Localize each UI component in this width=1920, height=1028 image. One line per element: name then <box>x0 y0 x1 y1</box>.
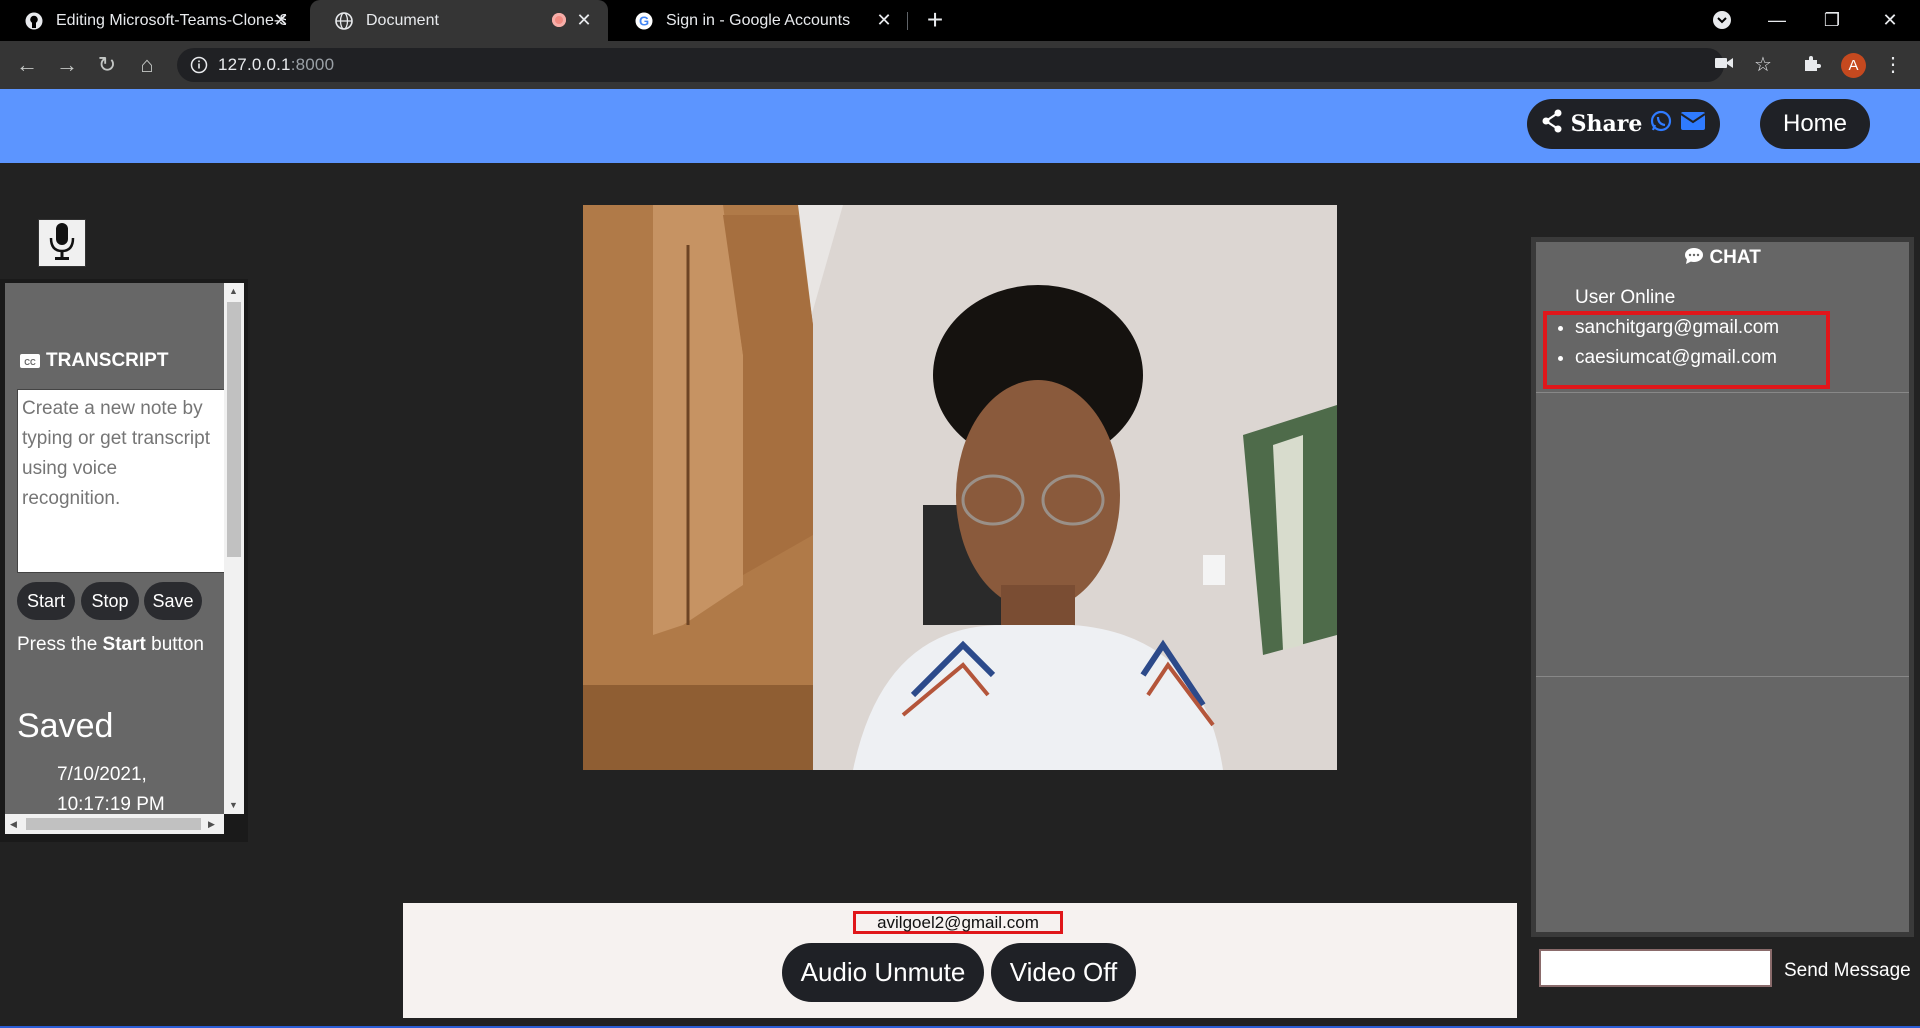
home-icon[interactable]: ⌂ <box>133 51 161 79</box>
chat-title: CHAT <box>1536 247 1909 269</box>
closed-captions-icon: CC <box>20 354 40 368</box>
reload-icon[interactable]: ↻ <box>93 51 121 79</box>
browser-tab-google[interactable]: G Sign in - Google Accounts ✕ <box>610 0 908 41</box>
transcript-note-input[interactable] <box>17 389 225 573</box>
transcript-vertical-scroll-thumb[interactable] <box>227 302 241 557</box>
svg-text:G: G <box>639 13 649 28</box>
stop-button[interactable]: Stop <box>81 582 139 620</box>
chat-message-input[interactable] <box>1539 949 1772 987</box>
minimize-icon[interactable]: — <box>1757 6 1797 34</box>
address-bar[interactable] <box>177 48 1724 82</box>
online-user-item: caesiumcat@gmail.com <box>1575 343 1779 373</box>
saved-notes-list: 7/10/2021, 10:17:19 PM <box>17 760 217 820</box>
tab-title: Document <box>366 11 439 29</box>
browser-menu-icon[interactable]: ⋮ <box>1881 53 1905 77</box>
online-users-list: sanchitgarg@gmail.com caesiumcat@gmail.c… <box>1553 313 1779 373</box>
camera-in-use-icon[interactable] <box>1712 53 1736 77</box>
restore-icon[interactable]: ❐ <box>1812 6 1852 34</box>
new-tab-icon[interactable]: + <box>922 6 948 34</box>
browser-tab-document[interactable]: Document ✕ <box>310 0 608 41</box>
browser-tab-github[interactable]: Editing Microsoft-Teams-Clone-S ✕ <box>0 0 305 41</box>
instruction-suffix: button <box>145 634 204 655</box>
current-user-email: avilgoel2@gmail.com <box>853 911 1063 934</box>
audio-toggle-button[interactable]: Audio Unmute <box>782 943 984 1002</box>
forward-icon[interactable]: → <box>53 51 81 79</box>
back-icon[interactable]: ← <box>13 51 41 79</box>
close-window-icon[interactable]: ✕ <box>1870 6 1910 34</box>
saved-heading: Saved <box>17 707 114 745</box>
email-icon[interactable] <box>1680 111 1706 137</box>
info-icon[interactable] <box>190 56 208 74</box>
github-icon <box>24 11 44 31</box>
home-button[interactable]: Home <box>1760 99 1870 149</box>
bookmark-star-icon[interactable]: ☆ <box>1751 53 1775 77</box>
video-feed <box>583 205 1337 770</box>
transcript-instruction: Press the Start button <box>17 630 217 660</box>
instruction-bold: Start <box>102 634 146 655</box>
microphone-button[interactable] <box>38 219 86 267</box>
online-user-item: sanchitgarg@gmail.com <box>1575 313 1779 343</box>
google-icon: G <box>634 11 654 31</box>
online-users-label: User Online <box>1575 287 1676 308</box>
instruction-prefix: Press the <box>17 634 103 655</box>
profile-avatar[interactable]: A <box>1841 53 1866 78</box>
send-message-button[interactable]: Send Message <box>1784 960 1911 982</box>
chat-divider <box>1536 392 1909 393</box>
close-tab-icon[interactable]: ✕ <box>574 10 594 30</box>
share-icon <box>1541 109 1563 139</box>
tab-title: Editing Microsoft-Teams-Clone-S <box>56 11 286 29</box>
whatsapp-icon[interactable] <box>1650 110 1672 138</box>
scroll-right-arrow-icon[interactable]: ▶ <box>208 819 215 830</box>
url-text[interactable]: 127.0.0.1:8000 <box>218 55 334 75</box>
save-button[interactable]: Save <box>144 582 202 620</box>
close-tab-icon[interactable]: ✕ <box>874 10 894 30</box>
extensions-icon[interactable] <box>1800 53 1824 77</box>
tab-search-icon[interactable] <box>1702 6 1742 34</box>
webcam-image <box>583 205 1337 770</box>
scroll-left-arrow-icon[interactable]: ◀ <box>10 819 17 830</box>
transcript-title-text: TRANSCRIPT <box>46 350 169 371</box>
chat-bubble-icon <box>1684 247 1709 268</box>
transcript-horizontal-scroll-thumb[interactable] <box>26 818 201 830</box>
tab-separator <box>907 12 908 30</box>
scroll-up-arrow-icon[interactable]: ▲ <box>229 286 238 296</box>
recording-indicator-icon <box>552 13 566 27</box>
microphone-icon <box>47 221 77 266</box>
share-button[interactable]: Share <box>1527 99 1720 149</box>
chat-divider <box>1536 676 1909 677</box>
transcript-title: CC TRANSCRIPT <box>20 350 168 372</box>
url-port: :8000 <box>290 55 335 74</box>
start-button[interactable]: Start <box>17 582 75 620</box>
url-host: 127.0.0.1 <box>218 55 291 74</box>
share-label: Share <box>1570 111 1643 137</box>
saved-note-item[interactable]: 7/10/2021, 10:17:19 PM <box>57 760 217 820</box>
scroll-down-arrow-icon[interactable]: ▼ <box>229 800 238 810</box>
chat-title-text: CHAT <box>1709 247 1761 268</box>
video-toggle-button[interactable]: Video Off <box>991 943 1136 1002</box>
tab-title: Sign in - Google Accounts <box>666 11 851 29</box>
globe-icon <box>334 11 354 31</box>
close-tab-icon[interactable]: ✕ <box>271 10 291 30</box>
